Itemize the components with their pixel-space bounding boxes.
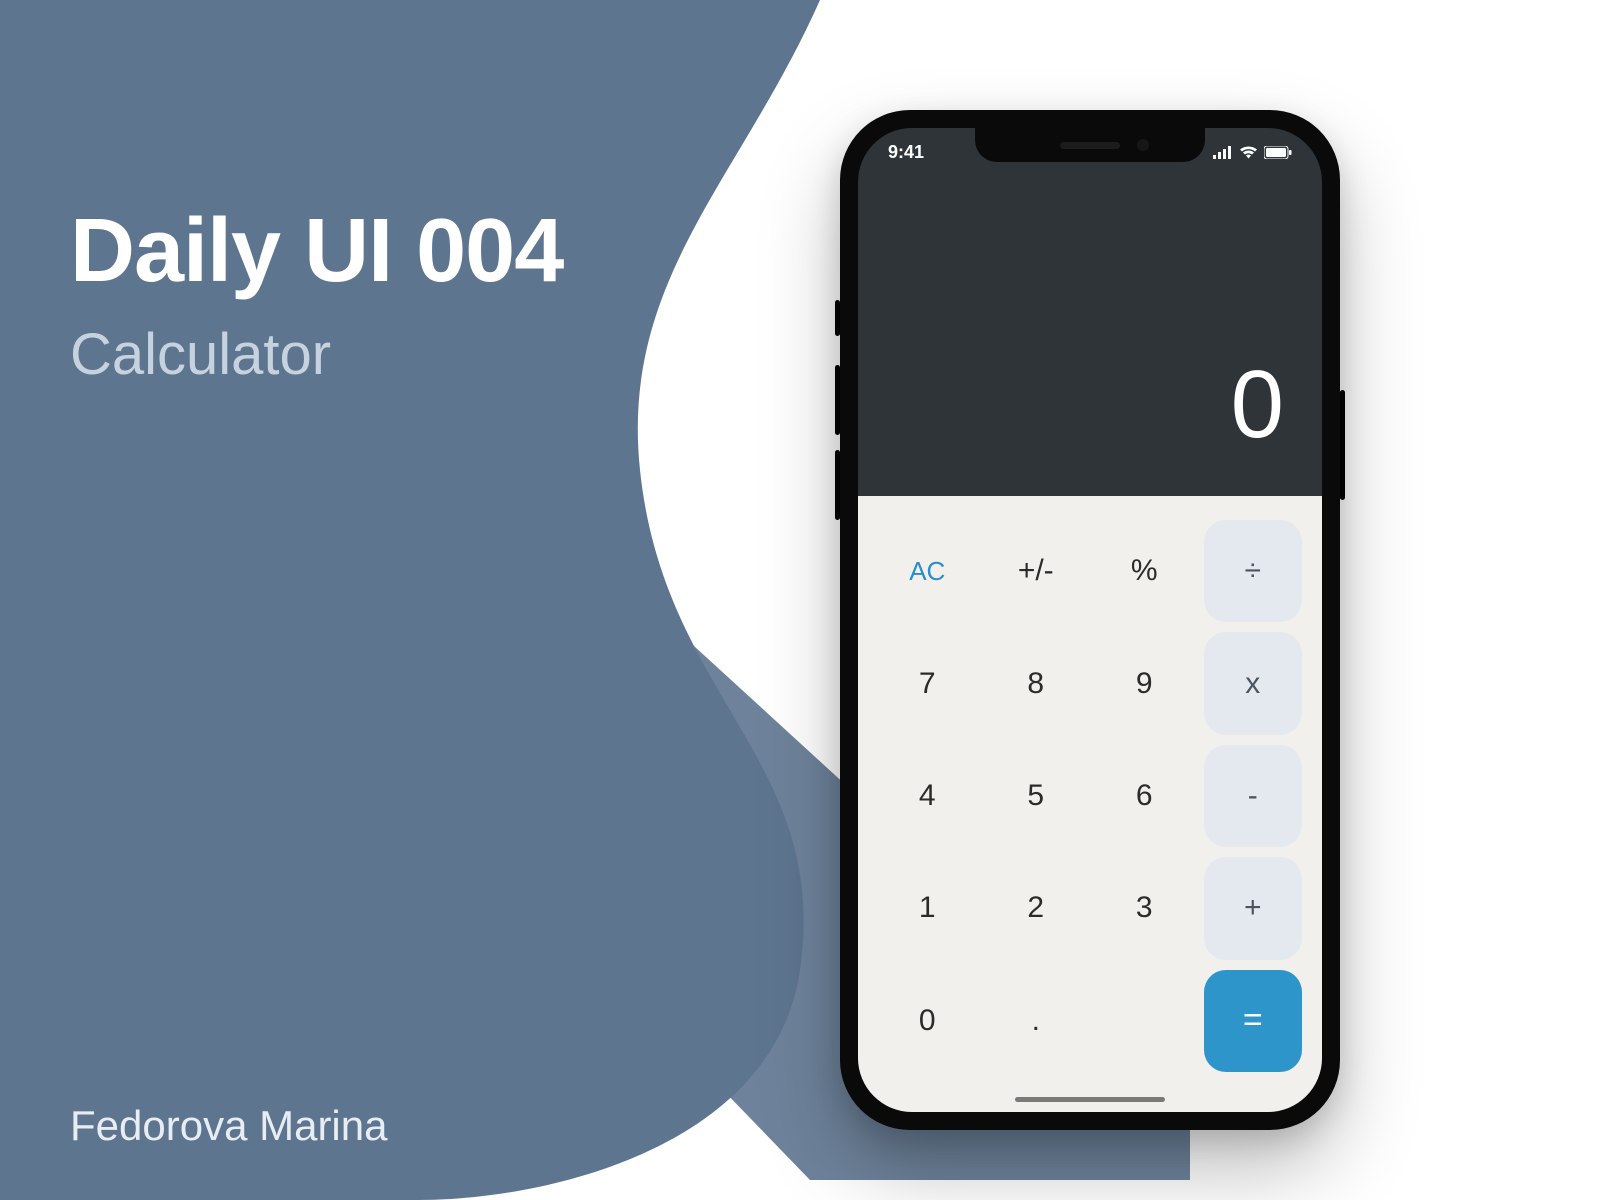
notch-speaker: [1060, 142, 1120, 149]
key-6[interactable]: 6: [1095, 745, 1194, 847]
key-5[interactable]: 5: [987, 745, 1086, 847]
key-minus[interactable]: -: [1204, 745, 1303, 847]
calculator-display: 0: [858, 176, 1322, 496]
key-multiply[interactable]: x: [1204, 632, 1303, 734]
battery-icon: [1264, 146, 1292, 159]
phone-mute-switch: [835, 300, 840, 336]
signal-icon: [1213, 146, 1233, 159]
key-percent[interactable]: %: [1095, 520, 1194, 622]
key-ac[interactable]: AC: [878, 520, 977, 622]
phone-screen: 9:41 0 AC +/- %: [858, 128, 1322, 1112]
page-title: Daily UI 004: [70, 200, 563, 303]
phone-mockup: 9:41 0 AC +/- %: [840, 110, 1340, 1130]
key-decimal[interactable]: .: [987, 970, 1086, 1072]
phone-power-button: [1340, 390, 1345, 500]
title-block: Daily UI 004 Calculator: [70, 200, 563, 388]
key-7[interactable]: 7: [878, 632, 977, 734]
phone-volume-up: [835, 365, 840, 435]
key-0[interactable]: 0: [878, 970, 977, 1072]
key-equals[interactable]: =: [1204, 970, 1303, 1072]
page-subtitle: Calculator: [70, 321, 563, 388]
key-3[interactable]: 3: [1095, 857, 1194, 959]
key-plus[interactable]: +: [1204, 857, 1303, 959]
calculator-keypad: AC +/- % ÷ 7 8 9 x 4 5 6 - 1 2 3 + 0 . =: [858, 496, 1322, 1112]
key-1[interactable]: 1: [878, 857, 977, 959]
key-2[interactable]: 2: [987, 857, 1086, 959]
status-time: 9:41: [888, 142, 924, 163]
notch-camera: [1137, 139, 1149, 151]
key-plus-minus[interactable]: +/-: [987, 520, 1086, 622]
author-credit: Fedorova Marina: [70, 1102, 387, 1150]
phone-volume-down: [835, 450, 840, 520]
home-indicator[interactable]: [1015, 1097, 1165, 1102]
phone-notch: [975, 128, 1205, 162]
key-8[interactable]: 8: [987, 632, 1086, 734]
key-4[interactable]: 4: [878, 745, 977, 847]
display-value: 0: [1231, 350, 1284, 460]
key-divide[interactable]: ÷: [1204, 520, 1303, 622]
wifi-icon: [1239, 146, 1258, 159]
key-9[interactable]: 9: [1095, 632, 1194, 734]
